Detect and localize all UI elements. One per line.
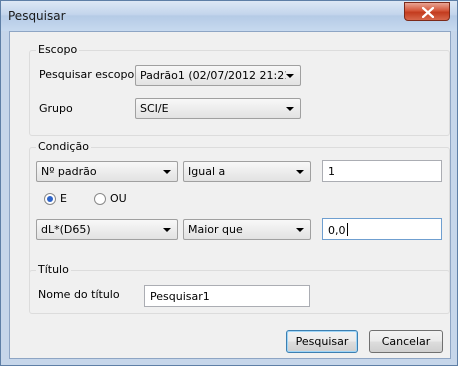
condition-value1-text: 1 — [328, 165, 335, 178]
close-icon — [422, 7, 434, 18]
title-legend: Título — [36, 263, 71, 276]
radio-or[interactable] — [94, 193, 106, 205]
condition-group: Condição Nº padrão Igual a 1 E OU dL*(D6… — [29, 140, 450, 279]
title-group: Título Nome do título Pesquisar1 — [29, 263, 450, 314]
chevron-down-icon — [163, 228, 171, 232]
radio-and-label: E — [60, 192, 67, 205]
condition-field1-value: Nº padrão — [41, 165, 97, 178]
scope-legend: Escopo — [36, 43, 80, 56]
condition-field2-value: dL*(D65) — [41, 223, 91, 236]
chevron-down-icon — [296, 228, 304, 232]
search-dialog: Pesquisar Escopo Pesquisar escopo Padrão… — [0, 0, 458, 366]
close-button[interactable] — [404, 2, 450, 21]
condition-operator2-select[interactable]: Maior que — [183, 219, 311, 240]
group-select-value: SCI/E — [140, 102, 169, 115]
condition-legend: Condição — [36, 140, 91, 153]
condition-value2-input[interactable]: 0,0 — [322, 218, 442, 240]
condition-value1-input[interactable]: 1 — [322, 160, 442, 182]
condition-operator2-value: Maior que — [188, 223, 243, 236]
condition-operator1-select[interactable]: Igual a — [183, 161, 311, 182]
scope-group: Escopo Pesquisar escopo Padrão1 (02/07/2… — [29, 43, 450, 136]
title-bar[interactable]: Pesquisar — [1, 1, 457, 31]
condition-operator1-value: Igual a — [188, 165, 226, 178]
chevron-down-icon — [163, 170, 171, 174]
search-button[interactable]: Pesquisar — [286, 330, 358, 353]
condition-field2-select[interactable]: dL*(D65) — [36, 219, 178, 240]
condition-field1-select[interactable]: Nº padrão — [36, 161, 178, 182]
radio-and[interactable] — [44, 193, 56, 205]
title-name-label: Nome do título — [38, 288, 120, 301]
window-title: Pesquisar — [8, 9, 66, 23]
text-caret — [346, 223, 348, 236]
chevron-down-icon — [286, 74, 294, 78]
group-select[interactable]: SCI/E — [135, 98, 301, 119]
cancel-button[interactable]: Cancelar — [369, 330, 443, 353]
scope-select-value: Padrão1 (02/07/2012 21:21:4! — [140, 69, 286, 82]
radio-or-label: OU — [110, 192, 127, 205]
title-name-text: Pesquisar1 — [150, 290, 210, 303]
chevron-down-icon — [296, 170, 304, 174]
scope-select[interactable]: Padrão1 (02/07/2012 21:21:4! — [135, 65, 301, 86]
title-name-input[interactable]: Pesquisar1 — [144, 285, 310, 307]
chevron-down-icon — [286, 107, 294, 111]
dialog-body: Escopo Pesquisar escopo Padrão1 (02/07/2… — [9, 31, 451, 359]
group-label: Grupo — [39, 102, 73, 115]
scope-label: Pesquisar escopo — [39, 68, 135, 81]
condition-value2-text: 0,0 — [328, 224, 346, 237]
